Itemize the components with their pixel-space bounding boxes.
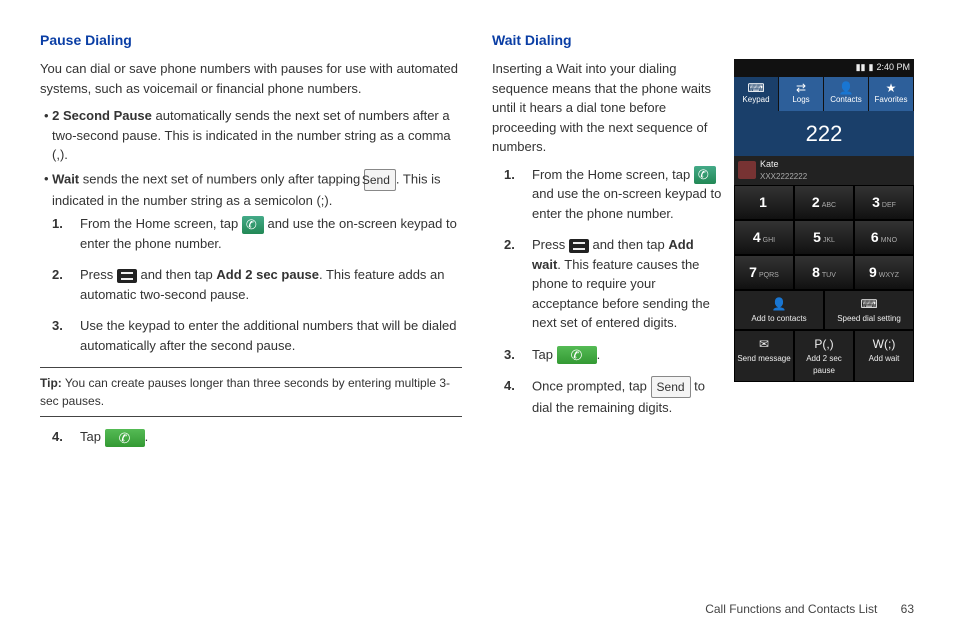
call-button-icon[interactable] [105,429,145,447]
phone-app-icon[interactable] [694,166,716,184]
right-column: Wait Dialing ▮▮ ▮ 2:40 PM ⌨Keypad ⇄Logs … [492,30,914,459]
send-button-inline[interactable]: Send [364,169,396,191]
dialer-tabs: ⌨Keypad ⇄Logs 👤Contacts ★Favorites [734,77,914,111]
tip-label: Tip: [40,376,62,390]
footer-section: Call Functions and Contacts List [705,602,877,616]
add-2sec-pause-label: Add 2 sec pause [216,267,319,282]
page-number: 63 [901,602,914,616]
pause-step-3: 3. Use the keypad to enter the additiona… [80,316,462,355]
favorites-icon: ★ [869,82,913,94]
menu-key-icon[interactable] [569,239,589,253]
signal-icon: ▮▮ [856,61,866,75]
tab-logs[interactable]: ⇄Logs [779,77,824,111]
wait-steps: 1. From the Home screen, tap and use the… [492,165,914,418]
wait-step-1: 1. From the Home screen, tap and use the… [532,165,914,224]
pause-steps-cont: 4. Tap . [40,427,462,447]
phone-app-icon[interactable] [242,216,264,234]
status-bar: ▮▮ ▮ 2:40 PM [734,59,914,77]
menu-key-icon[interactable] [117,269,137,283]
battery-icon: ▮ [869,61,874,75]
tab-favorites[interactable]: ★Favorites [869,77,914,111]
bullet-2sec: 2 Second Pause automatically sends the n… [52,106,462,165]
pause-intro: You can dial or save phone numbers with … [40,59,462,98]
keypad-icon: ⌨ [734,82,778,94]
bullet-wait-label: Wait [52,171,79,186]
dialed-number: 222 [734,111,914,156]
wait-step-3: 3. Tap . [532,345,914,365]
pause-step-4: 4. Tap . [80,427,462,447]
bullet-wait: Wait sends the next set of numbers only … [52,169,462,211]
tab-keypad[interactable]: ⌨Keypad [734,77,779,111]
pause-step-2: 2. Press and then tap Add 2 sec pause. T… [80,265,462,304]
bullet-2sec-label: 2 Second Pause [52,108,152,123]
pause-dialing-heading: Pause Dialing [40,30,462,51]
tab-contacts[interactable]: 👤Contacts [824,77,869,111]
status-time: 2:40 PM [876,61,910,75]
page-footer: Call Functions and Contacts List 63 [705,602,914,616]
left-column: Pause Dialing You can dial or save phone… [40,30,462,459]
send-button-inline[interactable]: Send [651,376,691,398]
call-button-icon[interactable] [557,346,597,364]
wait-step-4: 4. Once prompted, tap Send to dial the r… [532,376,914,418]
wait-step-2: 2. Press and then tap Add wait. This fea… [532,235,914,333]
wait-dialing-heading: Wait Dialing [492,30,914,51]
contacts-icon: 👤 [824,82,868,94]
logs-icon: ⇄ [779,82,823,94]
pause-step-1: 1. From the Home screen, tap and use the… [80,214,462,253]
pause-steps: 1. From the Home screen, tap and use the… [40,214,462,355]
tip-box: Tip: You can create pauses longer than t… [40,367,462,417]
